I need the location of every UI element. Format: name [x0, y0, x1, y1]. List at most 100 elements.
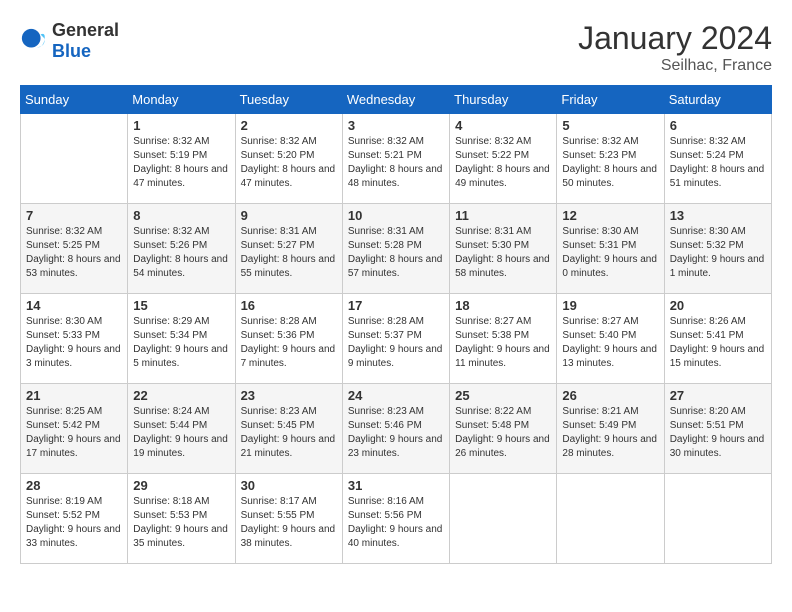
day-header-monday: Monday	[128, 86, 235, 114]
day-number: 19	[562, 298, 658, 313]
calendar-cell: 11Sunrise: 8:31 AM Sunset: 5:30 PM Dayli…	[450, 204, 557, 294]
logo-blue: Blue	[52, 41, 91, 61]
calendar-cell: 22Sunrise: 8:24 AM Sunset: 5:44 PM Dayli…	[128, 384, 235, 474]
calendar-header-row: SundayMondayTuesdayWednesdayThursdayFrid…	[21, 86, 772, 114]
day-header-saturday: Saturday	[664, 86, 771, 114]
day-header-wednesday: Wednesday	[342, 86, 449, 114]
day-info: Sunrise: 8:28 AM Sunset: 5:36 PM Dayligh…	[241, 315, 337, 371]
day-header-sunday: Sunday	[21, 86, 128, 114]
day-info: Sunrise: 8:17 AM Sunset: 5:55 PM Dayligh…	[241, 495, 337, 551]
calendar-cell: 30 Sunrise: 8:17 AM Sunset: 5:55 PM Dayli…	[235, 474, 342, 564]
calendar-week-row: 14 Sunrise: 8:30 AM Sunset: 5:33 PM Dayli…	[21, 294, 772, 384]
logo-general: General	[52, 20, 119, 40]
calendar-cell	[21, 114, 128, 204]
day-number: 8	[133, 208, 229, 223]
day-number: 6	[670, 118, 766, 133]
day-info: Sunrise: 8:20 AM Sunset: 5:51 PM Dayligh…	[670, 405, 766, 461]
day-number: 30	[241, 478, 337, 493]
calendar-cell: 3Sunrise: 8:32 AM Sunset: 5:21 PM Daylig…	[342, 114, 449, 204]
calendar-cell: 15Sunrise: 8:29 AM Sunset: 5:34 PM Dayli…	[128, 294, 235, 384]
day-number: 15	[133, 298, 229, 313]
day-header-tuesday: Tuesday	[235, 86, 342, 114]
calendar-cell: 10 Sunrise: 8:31 AM Sunset: 5:28 PM Dayli…	[342, 204, 449, 294]
day-number: 12	[562, 208, 658, 223]
calendar-week-row: 1Sunrise: 8:32 AM Sunset: 5:19 PM Daylig…	[21, 114, 772, 204]
logo-text: General Blue	[52, 20, 119, 62]
day-number: 23	[241, 388, 337, 403]
day-number: 21	[26, 388, 122, 403]
day-info: Sunrise: 8:25 AM Sunset: 5:42 PM Dayligh…	[26, 405, 122, 461]
day-number: 27	[670, 388, 766, 403]
day-number: 2	[241, 118, 337, 133]
day-number: 14	[26, 298, 122, 313]
day-info: Sunrise: 8:32 AM Sunset: 5:23 PM Dayligh…	[562, 135, 658, 191]
day-number: 20	[670, 298, 766, 313]
calendar-week-row: 7 Sunrise: 8:32 AM Sunset: 5:25 PM Daylig…	[21, 204, 772, 294]
day-number: 25	[455, 388, 551, 403]
calendar-cell: 14 Sunrise: 8:30 AM Sunset: 5:33 PM Dayli…	[21, 294, 128, 384]
day-header-friday: Friday	[557, 86, 664, 114]
calendar-cell: 8Sunrise: 8:32 AM Sunset: 5:26 PM Daylig…	[128, 204, 235, 294]
day-info: Sunrise: 8:32 AM Sunset: 5:25 PM Dayligh…	[26, 225, 122, 281]
page-header: General Blue January 2024 Seilhac, Franc…	[20, 20, 772, 75]
calendar-cell: 5 Sunrise: 8:32 AM Sunset: 5:23 PM Daylig…	[557, 114, 664, 204]
calendar-cell: 24Sunrise: 8:23 AM Sunset: 5:46 PM Dayli…	[342, 384, 449, 474]
calendar-cell	[664, 474, 771, 564]
calendar-cell: 23 Sunrise: 8:23 AM Sunset: 5:45 PM Dayli…	[235, 384, 342, 474]
calendar-cell: 12Sunrise: 8:30 AM Sunset: 5:31 PM Dayli…	[557, 204, 664, 294]
calendar-cell: 9 Sunrise: 8:31 AM Sunset: 5:27 PM Daylig…	[235, 204, 342, 294]
day-number: 28	[26, 478, 122, 493]
day-info: Sunrise: 8:31 AM Sunset: 5:28 PM Dayligh…	[348, 225, 444, 281]
calendar-cell: 20 Sunrise: 8:26 AM Sunset: 5:41 PM Dayli…	[664, 294, 771, 384]
calendar-cell: 7 Sunrise: 8:32 AM Sunset: 5:25 PM Daylig…	[21, 204, 128, 294]
day-info: Sunrise: 8:30 AM Sunset: 5:33 PM Dayligh…	[26, 315, 122, 371]
calendar-cell: 26 Sunrise: 8:21 AM Sunset: 5:49 PM Dayli…	[557, 384, 664, 474]
calendar-cell: 25 Sunrise: 8:22 AM Sunset: 5:48 PM Dayli…	[450, 384, 557, 474]
day-info: Sunrise: 8:21 AM Sunset: 5:49 PM Dayligh…	[562, 405, 658, 461]
day-info: Sunrise: 8:30 AM Sunset: 5:32 PM Dayligh…	[670, 225, 766, 281]
day-info: Sunrise: 8:18 AM Sunset: 5:53 PM Dayligh…	[133, 495, 229, 551]
calendar-week-row: 28 Sunrise: 8:19 AM Sunset: 5:52 PM Dayli…	[21, 474, 772, 564]
calendar-cell: 31 Sunrise: 8:16 AM Sunset: 5:56 PM Dayli…	[342, 474, 449, 564]
calendar-cell: 21 Sunrise: 8:25 AM Sunset: 5:42 PM Dayli…	[21, 384, 128, 474]
day-info: Sunrise: 8:27 AM Sunset: 5:38 PM Dayligh…	[455, 315, 551, 371]
day-info: Sunrise: 8:26 AM Sunset: 5:41 PM Dayligh…	[670, 315, 766, 371]
day-info: Sunrise: 8:31 AM Sunset: 5:27 PM Dayligh…	[241, 225, 337, 281]
calendar-cell	[450, 474, 557, 564]
day-number: 9	[241, 208, 337, 223]
calendar-cell: 29 Sunrise: 8:18 AM Sunset: 5:53 PM Dayli…	[128, 474, 235, 564]
day-number: 4	[455, 118, 551, 133]
calendar-table: SundayMondayTuesdayWednesdayThursdayFrid…	[20, 85, 772, 564]
calendar-cell	[557, 474, 664, 564]
day-info: Sunrise: 8:19 AM Sunset: 5:52 PM Dayligh…	[26, 495, 122, 551]
day-info: Sunrise: 8:32 AM Sunset: 5:20 PM Dayligh…	[241, 135, 337, 191]
day-number: 5	[562, 118, 658, 133]
calendar-week-row: 21 Sunrise: 8:25 AM Sunset: 5:42 PM Dayli…	[21, 384, 772, 474]
calendar-cell: 2 Sunrise: 8:32 AM Sunset: 5:20 PM Daylig…	[235, 114, 342, 204]
calendar-cell: 19Sunrise: 8:27 AM Sunset: 5:40 PM Dayli…	[557, 294, 664, 384]
calendar-cell: 17Sunrise: 8:28 AM Sunset: 5:37 PM Dayli…	[342, 294, 449, 384]
day-number: 10	[348, 208, 444, 223]
day-number: 11	[455, 208, 551, 223]
day-info: Sunrise: 8:24 AM Sunset: 5:44 PM Dayligh…	[133, 405, 229, 461]
calendar-cell: 28 Sunrise: 8:19 AM Sunset: 5:52 PM Dayli…	[21, 474, 128, 564]
logo-icon	[20, 27, 48, 55]
day-number: 1	[133, 118, 229, 133]
calendar-cell: 6Sunrise: 8:32 AM Sunset: 5:24 PM Daylig…	[664, 114, 771, 204]
day-info: Sunrise: 8:23 AM Sunset: 5:45 PM Dayligh…	[241, 405, 337, 461]
day-number: 17	[348, 298, 444, 313]
calendar-cell: 4Sunrise: 8:32 AM Sunset: 5:22 PM Daylig…	[450, 114, 557, 204]
calendar-cell: 13Sunrise: 8:30 AM Sunset: 5:32 PM Dayli…	[664, 204, 771, 294]
day-number: 31	[348, 478, 444, 493]
day-info: Sunrise: 8:22 AM Sunset: 5:48 PM Dayligh…	[455, 405, 551, 461]
day-number: 3	[348, 118, 444, 133]
day-number: 7	[26, 208, 122, 223]
month-title: January 2024	[578, 20, 772, 57]
day-number: 24	[348, 388, 444, 403]
day-info: Sunrise: 8:16 AM Sunset: 5:56 PM Dayligh…	[348, 495, 444, 551]
day-number: 18	[455, 298, 551, 313]
day-number: 26	[562, 388, 658, 403]
logo: General Blue	[20, 20, 119, 62]
calendar-cell: 1Sunrise: 8:32 AM Sunset: 5:19 PM Daylig…	[128, 114, 235, 204]
day-number: 29	[133, 478, 229, 493]
